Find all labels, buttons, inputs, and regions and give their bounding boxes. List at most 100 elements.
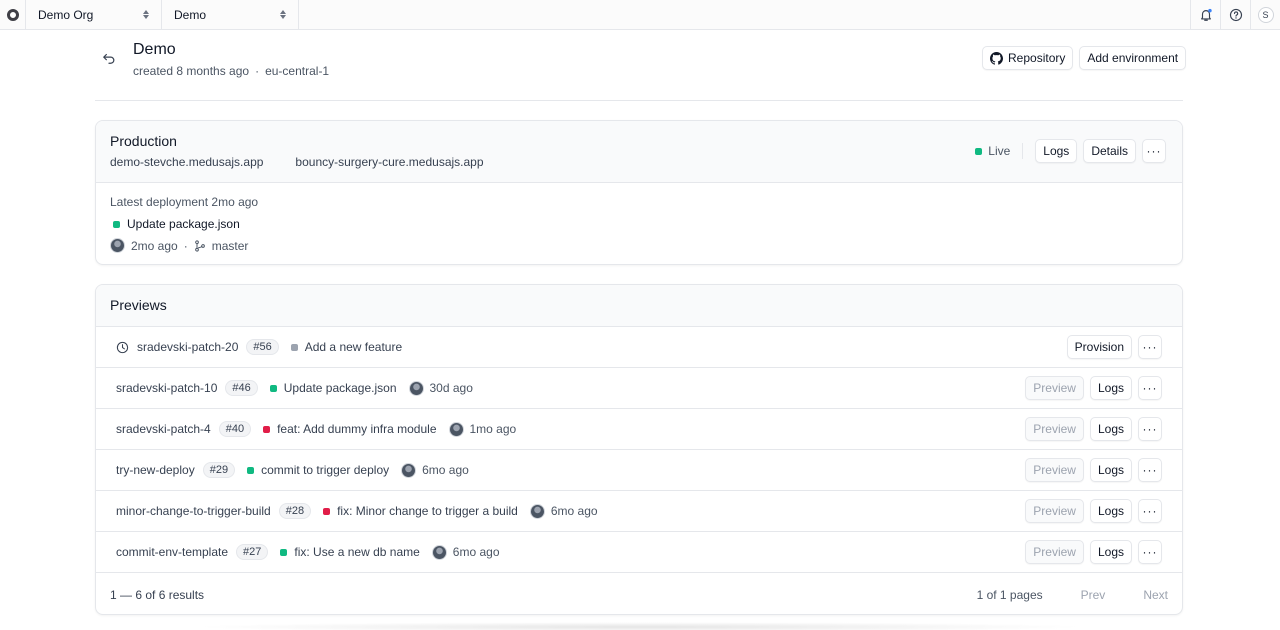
logs-button[interactable]: Logs <box>1089 458 1132 482</box>
commit-info: feat: Add dummy infra module <box>263 422 437 436</box>
row-actions: Preview Logs ··· <box>1025 417 1162 441</box>
status-dot <box>280 548 288 556</box>
logs-button[interactable]: Logs <box>1089 499 1132 523</box>
commit-message: fix: Minor change to trigger a build <box>337 504 518 518</box>
top-navbar: Demo Org Demo S <box>0 0 1280 30</box>
more-options-button[interactable]: ··· <box>1138 417 1162 441</box>
row-info: sradevski-patch-10 #46 Update package.js… <box>116 380 473 396</box>
status-dot <box>263 425 271 433</box>
production-actions: Live Logs Details ··· <box>975 139 1166 163</box>
pagination-footer: 1 — 6 of 6 results 1 of 1 pages Prev Nex… <box>96 573 1182 614</box>
production-title: Production <box>110 133 177 149</box>
commit-line: Update package.json <box>113 217 240 231</box>
table-row[interactable]: try-new-deploy #29 commit to trigger dep… <box>96 450 1182 491</box>
more-options-button[interactable]: ··· <box>1138 540 1162 564</box>
avatar <box>529 503 545 519</box>
notifications-button[interactable] <box>1190 0 1220 29</box>
status-dot <box>290 343 298 351</box>
branch-name[interactable]: sradevski-patch-10 <box>116 381 217 395</box>
status-dot <box>975 147 983 155</box>
header-actions: Repository Add environment <box>982 46 1187 70</box>
logs-button[interactable]: Logs <box>1089 540 1132 564</box>
commit-info: fix: Minor change to trigger a build <box>323 504 518 518</box>
logs-button[interactable]: Logs <box>1089 417 1132 441</box>
table-row[interactable]: commit-env-template #27 fix: Use a new d… <box>96 532 1182 573</box>
more-options-button[interactable]: ··· <box>1138 458 1162 482</box>
previews-card: Previews sradevski-patch-20 #56 Add a ne… <box>95 284 1183 615</box>
org-name: Demo Org <box>38 7 94 22</box>
logo[interactable] <box>0 0 26 29</box>
status-dot <box>269 384 277 392</box>
deployment-age: 6mo ago <box>431 544 500 560</box>
project-name: Demo <box>174 7 207 22</box>
branch-name[interactable]: minor-change-to-trigger-build <box>116 504 271 518</box>
details-button[interactable]: Details <box>1083 139 1136 163</box>
table-row[interactable]: sradevski-patch-10 #46 Update package.js… <box>96 368 1182 409</box>
git-branch-icon <box>194 239 205 252</box>
preview-button[interactable]: Preview <box>1025 417 1084 441</box>
commit-message: Update package.json <box>283 381 397 395</box>
github-icon <box>990 51 1003 65</box>
more-options-button[interactable]: ··· <box>1138 499 1162 523</box>
preview-button[interactable]: Preview <box>1025 499 1084 523</box>
next-page-button[interactable]: Next <box>1143 588 1168 602</box>
latest-deployment: Latest deployment 2mo ago <box>110 195 259 209</box>
page-title: Demo <box>133 41 176 58</box>
table-row[interactable]: minor-change-to-trigger-build #28 fix: M… <box>96 491 1182 532</box>
commit-message: commit to trigger deploy <box>261 463 390 477</box>
more-options-button[interactable]: ··· <box>1142 139 1166 163</box>
meta-separator: · <box>255 64 260 78</box>
chevron-up-down-icon <box>143 10 149 19</box>
domain-link[interactable]: bouncy-surgery-cure.medusajs.app <box>295 155 483 169</box>
repository-button[interactable]: Repository <box>982 46 1074 70</box>
row-actions: Preview Logs ··· <box>1025 376 1162 400</box>
age-label: 30d ago <box>429 381 473 395</box>
bell-icon <box>1200 8 1212 21</box>
table-row[interactable]: sradevski-patch-20 #56 Add a new feature… <box>96 327 1182 368</box>
avatar <box>110 238 125 253</box>
commit-info: commit to trigger deploy <box>247 463 389 477</box>
user-menu-button[interactable]: S <box>1250 0 1280 29</box>
deployment-age: 6mo ago <box>401 462 469 478</box>
domain-link[interactable]: demo-stevche.medusajs.app <box>110 155 263 169</box>
arrow-uturn-left-icon[interactable] <box>102 51 116 65</box>
add-environment-button[interactable]: Add environment <box>1079 46 1187 70</box>
more-options-button[interactable]: ··· <box>1138 376 1162 400</box>
branch-name[interactable]: try-new-deploy <box>116 463 195 477</box>
avatar: S <box>1257 6 1274 23</box>
row-actions: Preview Logs ··· <box>1025 458 1162 482</box>
commit-info: fix: Use a new db name <box>280 545 420 559</box>
branch-name[interactable]: commit-env-template <box>116 545 228 559</box>
production-header: Production demo-stevche.medusajs.app bou… <box>96 121 1182 183</box>
production-domains: demo-stevche.medusajs.app bouncy-surgery… <box>110 155 484 169</box>
org-switcher[interactable]: Demo Org <box>26 0 162 29</box>
production-card: Production demo-stevche.medusajs.app bou… <box>95 120 1183 265</box>
pr-badge: #56 <box>246 339 279 355</box>
medusa-logo-icon <box>6 8 19 21</box>
table-row[interactable]: sradevski-patch-4 #40 feat: Add dummy in… <box>96 409 1182 450</box>
logs-button[interactable]: Logs <box>1089 376 1132 400</box>
branch-name[interactable]: sradevski-patch-20 <box>137 340 238 354</box>
preview-button[interactable]: Preview <box>1025 458 1084 482</box>
chevron-up-down-icon <box>280 10 286 19</box>
commit-message: Update package.json <box>127 217 240 231</box>
help-button[interactable] <box>1220 0 1250 29</box>
preview-button[interactable]: Preview <box>1025 376 1084 400</box>
row-info: try-new-deploy #29 commit to trigger dep… <box>116 462 469 478</box>
avatar <box>448 421 464 437</box>
prev-page-button[interactable]: Prev <box>1081 588 1106 602</box>
more-options-button[interactable]: ··· <box>1138 335 1162 359</box>
pr-badge: #40 <box>218 421 252 437</box>
logs-button[interactable]: Logs <box>1035 139 1078 163</box>
row-actions: Preview Logs ··· <box>1025 499 1162 523</box>
pagination: 1 of 1 pages Prev Next <box>977 588 1168 602</box>
provision-button[interactable]: Provision <box>1066 335 1132 359</box>
row-info: minor-change-to-trigger-build #28 fix: M… <box>116 503 598 519</box>
deployment-age: 1mo ago <box>448 421 516 437</box>
preview-button[interactable]: Preview <box>1025 540 1084 564</box>
previews-header: Previews <box>96 285 1182 327</box>
status-dot <box>113 220 120 228</box>
age-label: 6mo ago <box>452 545 500 559</box>
branch-name[interactable]: sradevski-patch-4 <box>116 422 211 436</box>
project-switcher[interactable]: Demo <box>162 0 299 29</box>
